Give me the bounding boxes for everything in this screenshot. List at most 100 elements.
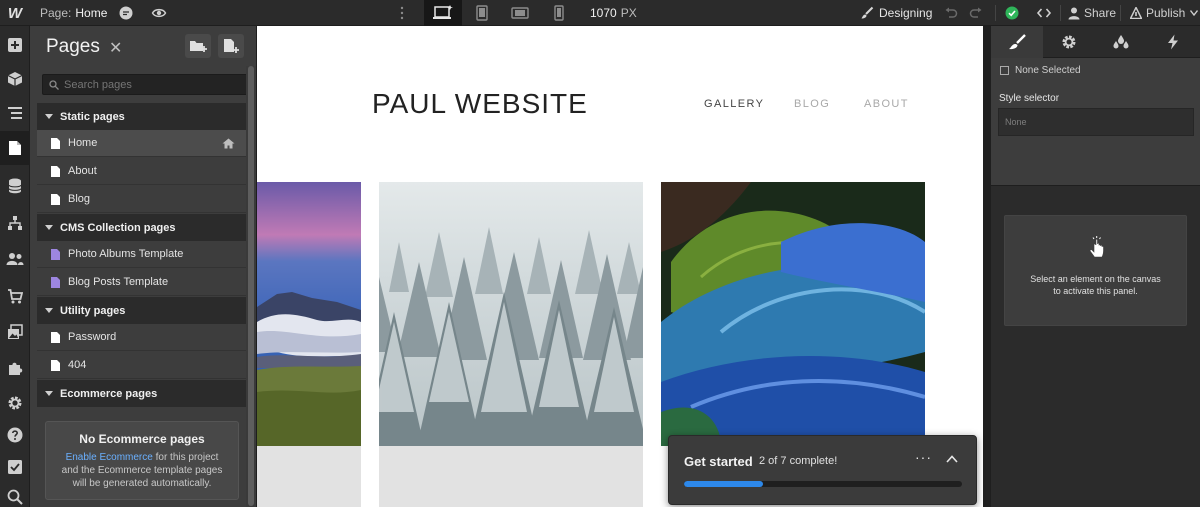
checkbox[interactable]: [1000, 66, 1009, 75]
left-tool-rail: [0, 26, 30, 507]
scrollbar-thumb[interactable]: [248, 66, 254, 506]
style-selector-input[interactable]: None: [998, 108, 1194, 136]
users-icon[interactable]: [0, 242, 30, 276]
pointer-click-icon: [1089, 236, 1104, 258]
add-folder-icon: [190, 41, 207, 52]
breakpoint-desktop-icon[interactable]: [424, 0, 462, 26]
current-page-selector[interactable]: Page: Home: [40, 0, 107, 26]
section-cms-pages[interactable]: CMS Collection pages: [37, 214, 247, 241]
site-title[interactable]: PAUL WEBSITE: [372, 88, 588, 120]
share-label: Share: [1084, 6, 1117, 20]
nav-link-blog[interactable]: BLOG: [794, 98, 830, 110]
add-elements-icon[interactable]: [0, 28, 30, 62]
drops-icon: [1113, 35, 1129, 49]
section-label: CMS Collection pages: [60, 221, 176, 234]
chevron-up-icon[interactable]: [946, 455, 958, 463]
none-selected-toggle[interactable]: None Selected: [1000, 65, 1081, 76]
navigator-icon[interactable]: [0, 96, 30, 130]
mode-label: Designing: [879, 6, 933, 20]
gallery-photo-snowy-forest[interactable]: [379, 182, 643, 446]
caret-down-icon: [45, 225, 53, 230]
pages-icon[interactable]: [0, 131, 30, 165]
help-icon[interactable]: [0, 418, 30, 452]
gallery-card-footer: [379, 446, 643, 507]
preview-eye-icon[interactable]: [151, 0, 167, 26]
comments-icon[interactable]: [118, 0, 134, 26]
page-row-label: Home: [68, 137, 98, 149]
more-vertical-icon[interactable]: [399, 0, 405, 26]
ecommerce-cart-icon[interactable]: [0, 279, 30, 313]
pages-scrollbar[interactable]: [246, 66, 256, 507]
breakpoint-tablet-icon[interactable]: [467, 0, 497, 26]
page-row-photo-albums-template[interactable]: Photo Albums Template: [37, 241, 247, 268]
assets-images-icon[interactable]: [0, 315, 30, 349]
notice-text: and the Ecommerce template pages: [61, 465, 223, 476]
publish-button[interactable]: Publish: [1130, 0, 1199, 26]
page-icon: [51, 193, 60, 205]
page-prefix: Page:: [40, 6, 72, 20]
close-icon[interactable]: ✕: [109, 38, 122, 58]
search-pages-input[interactable]: [64, 78, 234, 91]
page-row-about[interactable]: About: [37, 158, 247, 185]
page-row-label: Blog: [68, 193, 91, 205]
section-utility-pages[interactable]: Utility pages: [37, 297, 247, 324]
canvas-resize-edge[interactable]: [983, 26, 991, 507]
tab-interactions[interactable]: [1147, 26, 1199, 58]
mode-designing-button[interactable]: Designing: [860, 0, 932, 26]
symbols-cube-icon[interactable]: [0, 62, 30, 96]
publish-icon: [1130, 7, 1142, 19]
logic-flow-icon[interactable]: [0, 206, 30, 240]
no-ecommerce-description: Enable Ecommerce for this project and th…: [46, 451, 238, 490]
tab-settings[interactable]: [1043, 26, 1095, 58]
add-page-icon: [224, 39, 239, 53]
breakpoint-mobile-landscape-icon[interactable]: [505, 0, 535, 26]
nav-link-about[interactable]: ABOUT: [864, 98, 909, 110]
panel-tabs: [991, 26, 1200, 58]
enable-ecommerce-link[interactable]: Enable Ecommerce: [66, 452, 153, 463]
notice-text: will be generated automatically.: [72, 478, 212, 489]
section-ecommerce-pages[interactable]: Ecommerce pages: [37, 380, 247, 407]
site-status-check-icon[interactable]: [1005, 0, 1019, 26]
page-row-label: Blog Posts Template: [68, 276, 169, 288]
search-pages-field[interactable]: [42, 74, 248, 95]
nav-link-gallery[interactable]: GALLERY: [704, 98, 764, 110]
settings-gear-icon[interactable]: [0, 386, 30, 420]
apps-puzzle-icon[interactable]: [0, 351, 30, 385]
search-icon[interactable]: [0, 480, 30, 507]
more-options-icon[interactable]: ···: [915, 449, 932, 465]
gallery-photo-mountain[interactable]: [257, 182, 361, 446]
breakpoint-mobile-portrait-icon[interactable]: [544, 0, 574, 26]
share-button[interactable]: Share: [1068, 0, 1116, 26]
cms-database-icon[interactable]: [0, 169, 30, 203]
tab-style-manager[interactable]: [1095, 26, 1147, 58]
brush-icon: [861, 6, 874, 19]
undo-icon[interactable]: [944, 0, 958, 26]
page-icon: [51, 137, 60, 149]
add-page-button[interactable]: [218, 34, 244, 58]
section-label: Static pages: [60, 110, 125, 123]
divider: [995, 5, 996, 21]
page-row-404[interactable]: 404: [37, 352, 247, 379]
caret-down-icon: [45, 391, 53, 396]
brush-icon: [1009, 34, 1026, 50]
tab-style[interactable]: [991, 26, 1043, 58]
page-row-blog-posts-template[interactable]: Blog Posts Template: [37, 269, 247, 296]
add-folder-button[interactable]: [185, 34, 211, 58]
page-row-password[interactable]: Password: [37, 324, 247, 351]
current-page-name: Home: [75, 6, 108, 20]
pages-panel-title: Pages: [46, 36, 100, 57]
get-started-checklist[interactable]: Get started 2 of 7 complete! ···: [668, 435, 977, 505]
page-row-blog[interactable]: Blog: [37, 186, 247, 213]
page-row-home[interactable]: Home: [37, 130, 247, 157]
checklist-icon[interactable]: [0, 450, 30, 484]
section-label: Utility pages: [60, 304, 126, 317]
gallery-photo-feathers[interactable]: [661, 182, 925, 446]
publish-label: Publish: [1146, 6, 1186, 20]
code-export-icon[interactable]: [1036, 0, 1052, 26]
get-started-title: Get started: [684, 454, 753, 469]
section-static-pages[interactable]: Static pages: [37, 103, 247, 130]
webflow-logo[interactable]: W: [0, 0, 30, 26]
page-row-label: Password: [68, 331, 117, 343]
redo-icon[interactable]: [969, 0, 983, 26]
page-row-label: 404: [68, 359, 87, 371]
